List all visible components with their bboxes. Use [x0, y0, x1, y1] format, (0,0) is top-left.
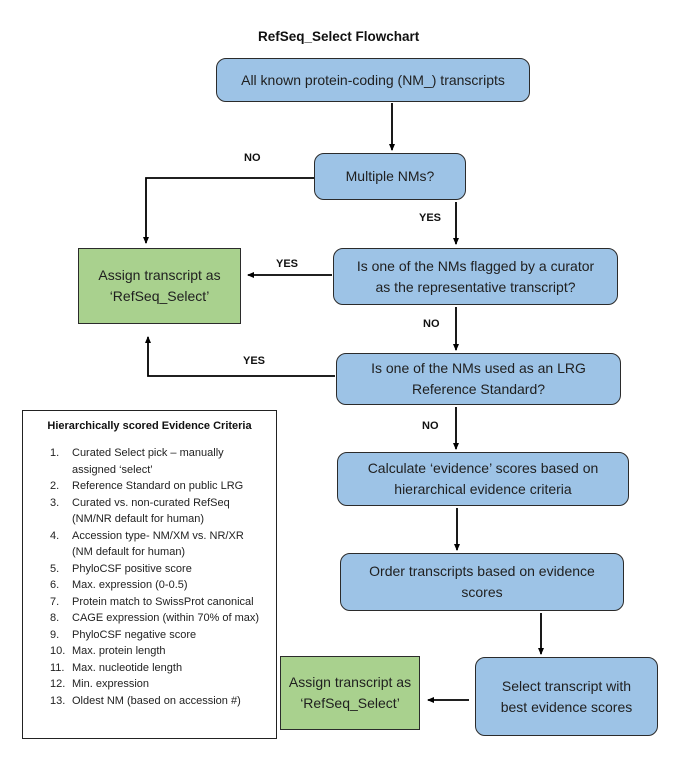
assign-refseq-select-top: Assign transcript as ‘RefSeq_Select’ [78, 248, 241, 324]
evidence-criteria-box: Hierarchically scored Evidence Criteria … [22, 410, 277, 739]
criteria-item: 11. Max. nucleotide length [23, 660, 267, 677]
criteria-item-number: 4. [50, 529, 60, 542]
criteria-item-text: Oldest NM (based on accession #) [72, 694, 241, 707]
criteria-item: 6. Max. expression (0-0.5) [23, 577, 267, 594]
lrg-standard-label: Is one of the NMs used as an LRG Referen… [371, 360, 586, 397]
criteria-item: 4. Accession type- NM/XM vs. NR/XR (NM de… [23, 528, 267, 561]
criteria-item-number: 2. [50, 480, 60, 492]
assign-bottom-label: Assign transcript as ‘RefSeq_Select’ [288, 674, 412, 711]
criteria-item-number: 3. [50, 496, 60, 509]
assign-top-label: Assign transcript as ‘RefSeq_Select’ [98, 267, 221, 304]
criteria-item-number: 11. [50, 661, 65, 674]
criteria-item-number: 8. [50, 612, 60, 624]
lrg-standard-decision: Is one of the NMs used as an LRG Referen… [336, 353, 621, 405]
criteria-item-number: 1. [50, 447, 60, 459]
criteria-item-number: 9. [50, 628, 60, 641]
criteria-item: 5. PhyloCSF positive score [23, 561, 267, 578]
order-transcripts-node: Order transcripts based on evidence scor… [340, 553, 624, 611]
criteria-item-number: 13. [50, 694, 66, 707]
flagged-no-label: NO [423, 318, 440, 330]
criteria-item: 13. Oldest NM (based on accession #) [23, 693, 267, 710]
criteria-item-number: 6. [50, 579, 60, 591]
select-best-node: Select transcript with best evidence sco… [475, 657, 658, 736]
lrg-no-label: NO [422, 420, 439, 432]
criteria-item: 12. Min. expression [23, 676, 267, 693]
curator-flagged-decision: Is one of the NMs flagged by a curator a… [333, 248, 618, 305]
criteria-item-text: Max. expression (0-0.5) [72, 579, 188, 591]
start-node-label: All known protein-coding (NM_) transcrip… [241, 71, 505, 88]
criteria-item-number: 7. [50, 595, 60, 608]
criteria-item-text: PhyloCSF positive score [72, 562, 192, 575]
select-best-label: Select transcript with best evidence sco… [500, 677, 633, 715]
order-transcripts-label: Order transcripts based on evidence scor… [369, 563, 595, 600]
criteria-item: 1. Curated Select pick – manually assigne… [23, 445, 267, 478]
lrg-yes-label: YES [243, 355, 266, 367]
multiple-yes-label: YES [419, 212, 442, 224]
calculate-scores-label: Calculate ‘evidence’ scores based on hie… [367, 460, 599, 497]
criteria-item-text: CAGE expression (within 70% of max) [72, 612, 260, 624]
criteria-item-text: Max. protein length [72, 645, 166, 657]
criteria-item-text: Accession type- NM/XM vs. NR/XR (NM defa… [72, 529, 244, 559]
criteria-item-text: Protein match to SwissProt canonical [72, 595, 254, 608]
criteria-item-text: Max. nucleotide length [72, 661, 183, 674]
criteria-item-number: 10. [50, 645, 66, 657]
criteria-item-text: PhyloCSF negative score [72, 628, 197, 641]
criteria-item: 3. Curated vs. non-curated RefSeq (NM/NR … [23, 495, 267, 528]
multiple-nms-label: Multiple NMs? [345, 168, 435, 184]
criteria-item-text: Curated vs. non-curated RefSeq (NM/NR de… [72, 496, 230, 526]
criteria-item-text: Min. expression [72, 678, 150, 690]
criteria-item: 2. Reference Standard on public LRG [23, 478, 267, 495]
criteria-item-text: Reference Standard on public LRG [72, 480, 244, 492]
assign-refseq-select-bottom: Assign transcript as ‘RefSeq_Select’ [280, 656, 420, 730]
criteria-item-text: Curated Select pick – manually assigned … [72, 447, 224, 476]
flagged-yes-label: YES [276, 258, 299, 270]
start-node: All known protein-coding (NM_) transcrip… [216, 58, 530, 102]
curator-flagged-label: Is one of the NMs flagged by a curator a… [356, 257, 595, 295]
multiple-nms-decision: Multiple NMs? [314, 153, 466, 200]
criteria-heading: Hierarchically scored Evidence Criteria [47, 420, 252, 432]
multiple-no-label: NO [244, 152, 261, 164]
criteria-item: 10. Max. protein length [23, 643, 267, 660]
calculate-scores-node: Calculate ‘evidence’ scores based on hie… [337, 452, 629, 506]
criteria-item: 7. Protein match to SwissProt canonical [23, 594, 267, 611]
criteria-item-number: 5. [50, 562, 60, 575]
criteria-item-number: 12. [50, 678, 66, 690]
criteria-list: 1. Curated Select pick – manually assigne… [23, 445, 267, 709]
criteria-item: 8. CAGE expression (within 70% of max) [23, 610, 267, 627]
arrow-lrg-yes [145, 336, 335, 377]
criteria-item: 9. PhyloCSF negative score [23, 627, 267, 644]
arrow-multiple-no [143, 177, 315, 244]
